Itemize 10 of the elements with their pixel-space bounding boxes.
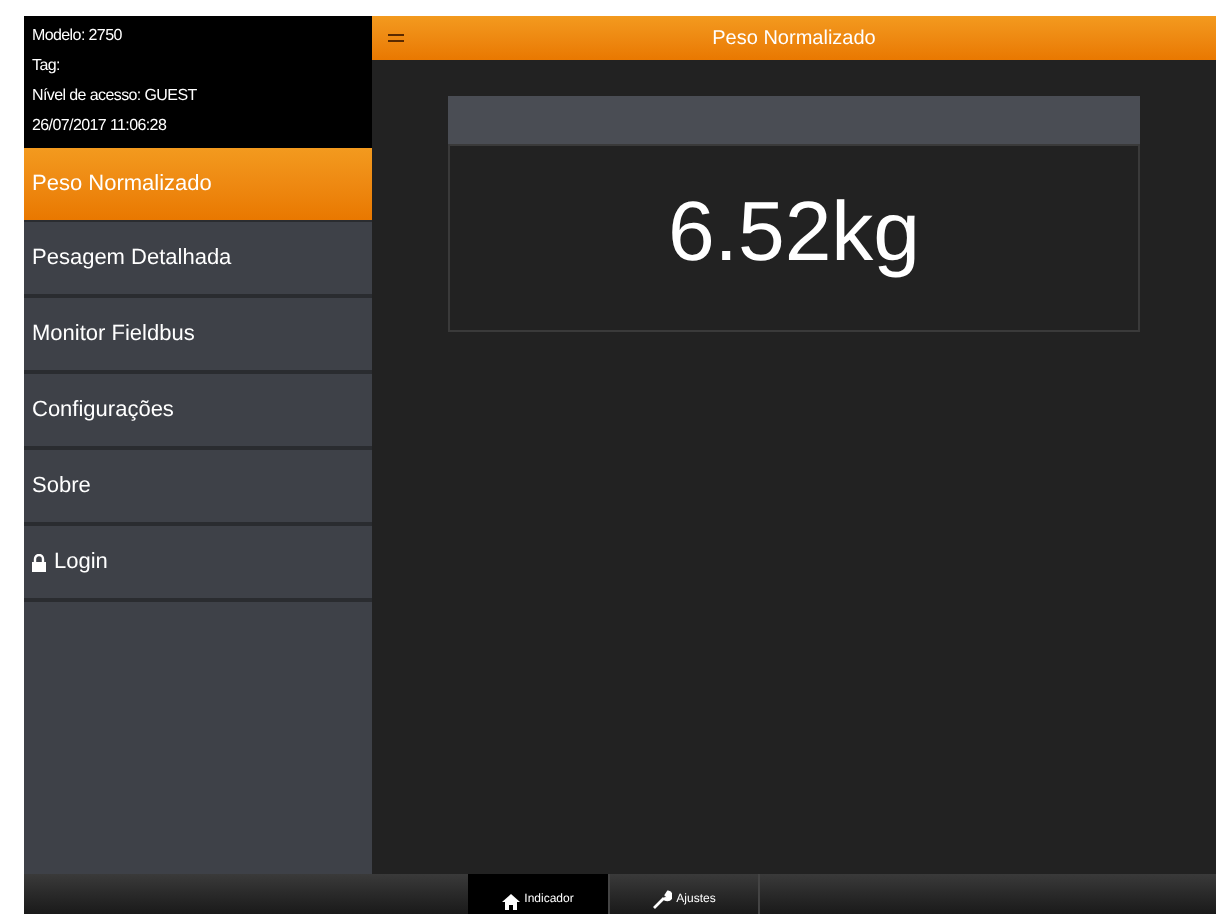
home-icon	[502, 894, 521, 910]
datetime-label: 26/07/2017 11:06:28	[32, 114, 169, 138]
access-level-label: Nível de acesso: GUEST	[32, 84, 199, 108]
menu-icon[interactable]	[388, 34, 404, 42]
wrench-icon	[652, 890, 673, 910]
weight-value: 6.52kg	[667, 181, 921, 282]
model-label: Modelo: 2750	[32, 24, 124, 48]
header-title: Peso Normalizado	[712, 25, 876, 53]
tag-label: Tag:	[32, 54, 62, 78]
lock-icon	[32, 553, 46, 571]
